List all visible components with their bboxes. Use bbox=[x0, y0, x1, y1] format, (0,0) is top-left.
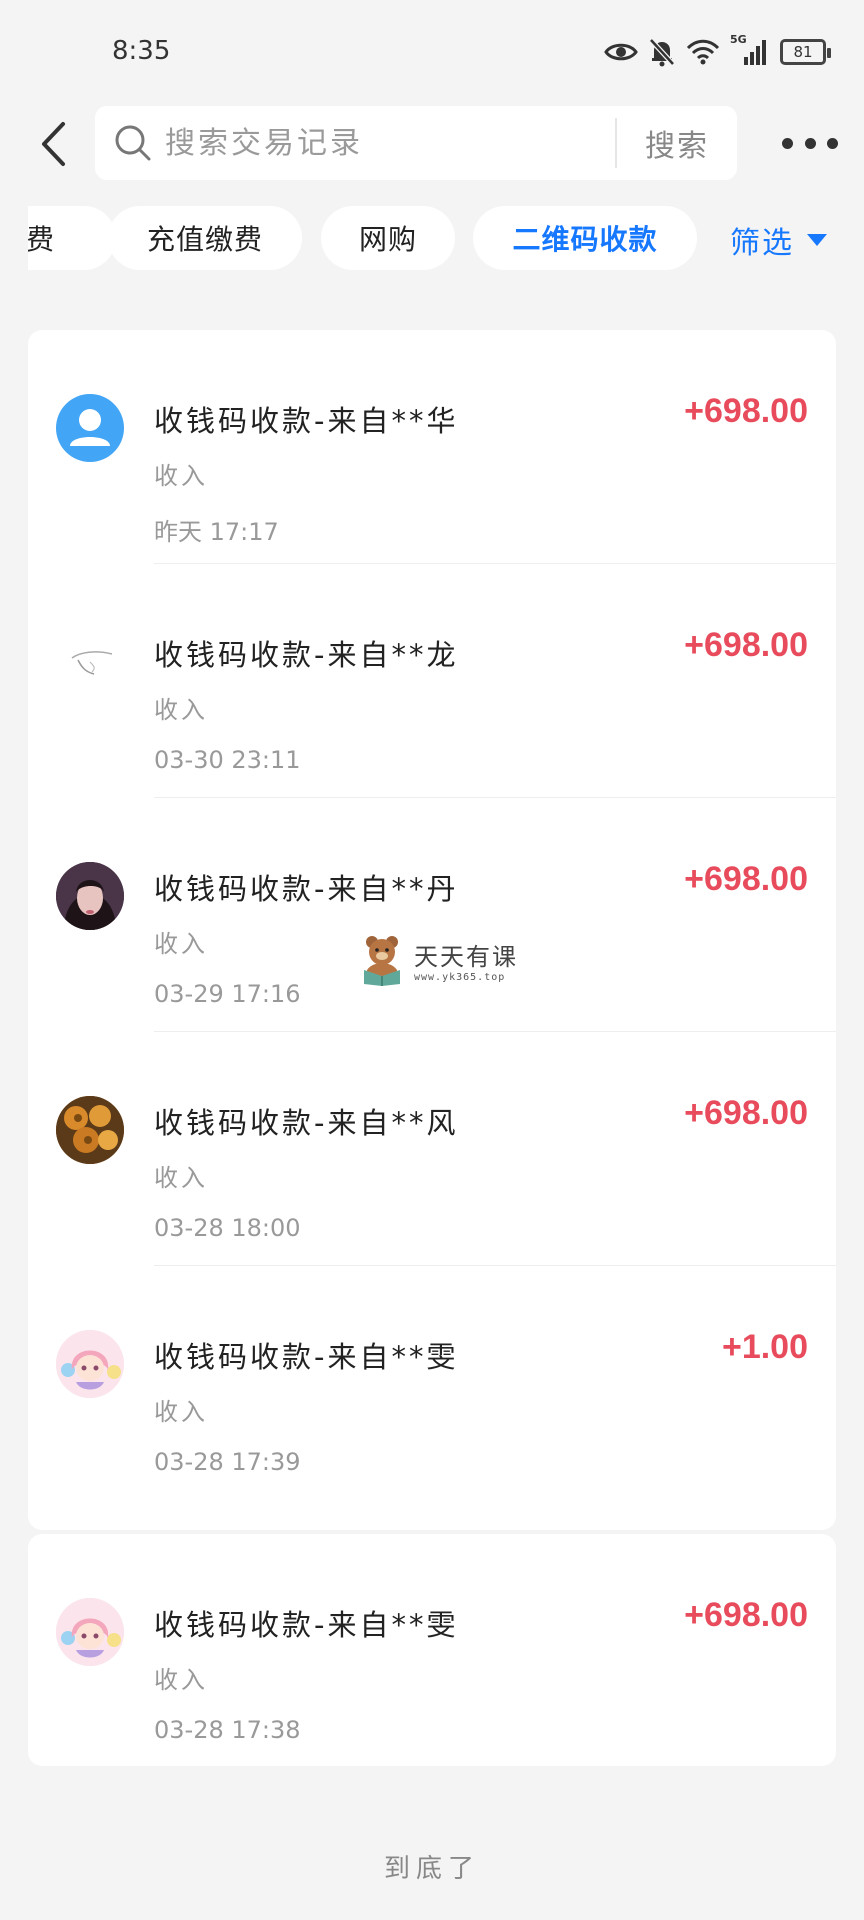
transaction-amount: +1.00 bbox=[721, 1328, 808, 1366]
signal-bars-icon bbox=[744, 40, 766, 65]
transaction-amount: +698.00 bbox=[684, 626, 808, 664]
transaction-title: 收钱码收款-来自**雯 bbox=[154, 1340, 459, 1374]
transaction-time: 03-29 17:16 bbox=[154, 980, 301, 1008]
anime-girl-image bbox=[56, 1330, 124, 1398]
filter-label: 筛选 bbox=[730, 226, 794, 261]
wifi-icon bbox=[686, 39, 720, 65]
transaction-type: 收入 bbox=[154, 696, 208, 724]
tab-recharge[interactable]: 充值缴费 bbox=[108, 206, 302, 270]
search-box: 搜索 bbox=[95, 106, 737, 180]
more-dot bbox=[804, 137, 816, 149]
tab-label: 网购 bbox=[358, 223, 417, 256]
battery-icon: 81 bbox=[780, 39, 831, 65]
tab-label: 二维码收款 bbox=[512, 223, 658, 256]
end-of-list-text: 到底了 bbox=[383, 1854, 480, 1884]
girl-photo-avatar bbox=[56, 862, 124, 930]
status-time: 8:35 bbox=[112, 36, 171, 66]
transaction-time: 03-30 23:11 bbox=[154, 746, 301, 774]
more-dot bbox=[827, 137, 838, 149]
tab-online-shopping[interactable]: 网购 bbox=[321, 206, 455, 270]
transaction-time: 03-28 17:39 bbox=[154, 1448, 301, 1476]
sketch-avatar bbox=[56, 628, 124, 696]
more-options-button[interactable] bbox=[782, 128, 838, 158]
search-icon bbox=[115, 125, 151, 161]
more-dot bbox=[782, 137, 793, 149]
user-icon bbox=[70, 409, 110, 446]
transaction-type: 收入 bbox=[154, 1398, 208, 1426]
transaction-type: 收入 bbox=[154, 1164, 208, 1192]
transaction-amount: +698.00 bbox=[684, 860, 808, 898]
sketch-avatar-image bbox=[71, 651, 113, 675]
transaction-amount: +698.00 bbox=[684, 1596, 808, 1634]
transaction-type: 收入 bbox=[154, 1666, 208, 1694]
transaction-list-card: 收钱码收款-来自**雯 收入 03-28 17:38 +698.00 bbox=[28, 1534, 836, 1766]
girl-photo-image bbox=[56, 862, 124, 930]
search-divider bbox=[615, 118, 617, 168]
status-bar: 8:35 5G 81 bbox=[0, 0, 864, 100]
status-icons: 5G 81 bbox=[604, 33, 831, 70]
chevron-left-icon bbox=[42, 122, 65, 166]
transaction-list-card: 收钱码收款-来自**华 收入 昨天 17:17 +698.00 收钱码收款-来自… bbox=[28, 330, 836, 1530]
transaction-row[interactable]: 收钱码收款-来自**丹 收入 03-29 17:16 +698.00 bbox=[28, 798, 836, 1032]
transaction-row[interactable]: 收钱码收款-来自**雯 收入 03-28 17:38 +698.00 bbox=[28, 1534, 836, 1768]
transaction-title: 收钱码收款-来自**风 bbox=[154, 1106, 459, 1140]
signal-indicator: 5G bbox=[730, 33, 770, 67]
search-input[interactable] bbox=[163, 124, 587, 162]
transaction-row[interactable]: 收钱码收款-来自**华 收入 昨天 17:17 +698.00 bbox=[28, 330, 836, 564]
anime-girl-avatar bbox=[56, 1330, 124, 1398]
watermark-url: www.yk365.top bbox=[414, 972, 506, 983]
back-button[interactable] bbox=[24, 114, 84, 174]
bell-muted-icon bbox=[649, 38, 675, 67]
transaction-title: 收钱码收款-来自**龙 bbox=[154, 638, 459, 672]
anime-girl-image bbox=[56, 1598, 124, 1666]
watermark-name: 天天有课 bbox=[414, 943, 518, 971]
tab-partial[interactable]: 费 bbox=[28, 206, 116, 270]
food-photo-image bbox=[56, 1096, 124, 1164]
transaction-type: 收入 bbox=[154, 930, 208, 958]
watermark: 天天有课 www.yk365.top bbox=[358, 934, 518, 986]
transaction-amount: +698.00 bbox=[684, 392, 808, 430]
default-user-avatar bbox=[56, 394, 124, 462]
bear-reading-icon bbox=[364, 936, 400, 986]
filter-button[interactable]: 筛选 bbox=[730, 216, 828, 264]
search-button[interactable]: 搜索 bbox=[618, 106, 736, 180]
transaction-type: 收入 bbox=[154, 462, 208, 490]
header: 搜索 bbox=[0, 106, 864, 182]
transaction-title: 收钱码收款-来自**雯 bbox=[154, 1608, 459, 1642]
transaction-row[interactable]: 收钱码收款-来自**雯 收入 03-28 17:39 +1.00 bbox=[28, 1266, 836, 1500]
transaction-row[interactable]: 收钱码收款-来自**龙 收入 03-30 23:11 +698.00 bbox=[28, 564, 836, 798]
transaction-time: 昨天 17:17 bbox=[154, 518, 279, 546]
watermark-text: 天天有课 www.yk365.top bbox=[414, 937, 518, 983]
transaction-title: 收钱码收款-来自**华 bbox=[154, 404, 459, 438]
eye-icon bbox=[604, 43, 638, 61]
tab-label: 充值缴费 bbox=[146, 223, 263, 256]
food-photo-avatar bbox=[56, 1096, 124, 1164]
transaction-time: 03-28 18:00 bbox=[154, 1214, 301, 1242]
tab-qr-code-payment[interactable]: 二维码收款 bbox=[473, 206, 697, 270]
transaction-amount: +698.00 bbox=[684, 1094, 808, 1132]
anime-girl-avatar bbox=[56, 1598, 124, 1666]
tab-label: 费 bbox=[28, 223, 56, 256]
triangle-down-icon bbox=[807, 234, 827, 246]
transaction-row[interactable]: 收钱码收款-来自**风 收入 03-28 18:00 +698.00 bbox=[28, 1032, 836, 1266]
battery-level: 81 bbox=[793, 43, 813, 61]
transaction-time: 03-28 17:38 bbox=[154, 1716, 301, 1744]
transaction-title: 收钱码收款-来自**丹 bbox=[154, 872, 459, 906]
